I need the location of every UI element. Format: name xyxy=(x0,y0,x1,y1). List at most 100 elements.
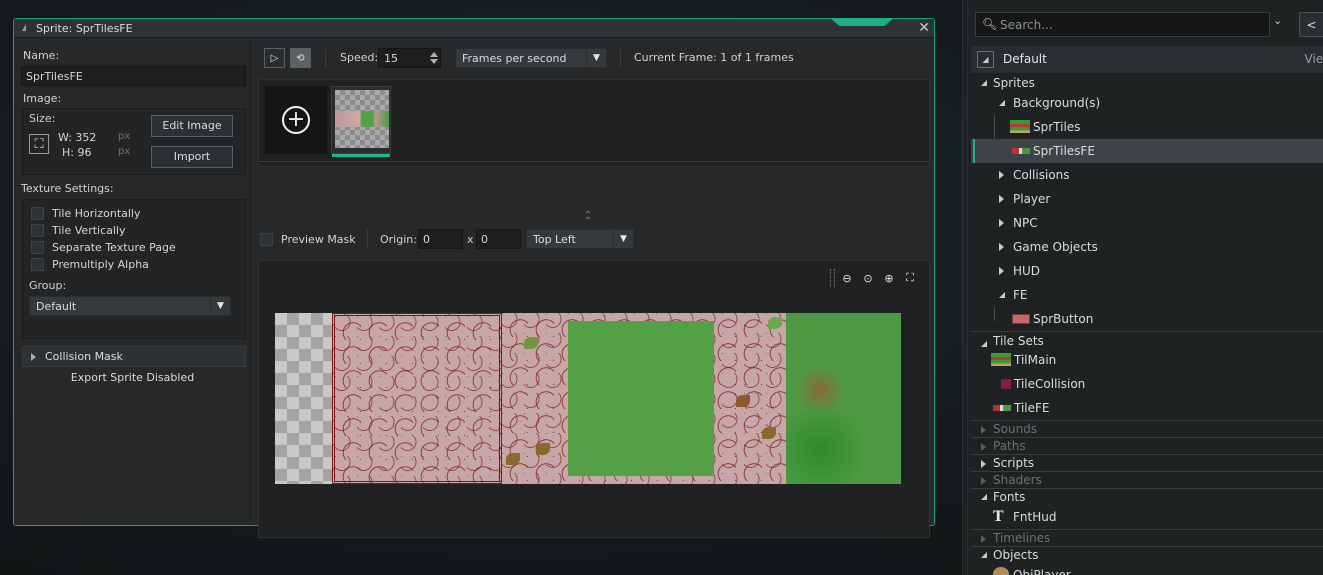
zoom-reset-icon[interactable]: ⊙ xyxy=(859,269,877,287)
height-unit: px xyxy=(118,146,131,157)
toolbar-divider xyxy=(367,230,368,248)
premultiply-alpha-checkbox[interactable] xyxy=(31,257,44,271)
export-note: Export Sprite Disabled xyxy=(70,371,195,384)
separate-texture-page-checkbox[interactable] xyxy=(31,240,44,254)
tile-horizontally-checkbox[interactable] xyxy=(31,206,44,220)
separate-texture-page-row[interactable]: Separate Texture Page xyxy=(31,239,176,255)
view-menu[interactable]: View xyxy=(1305,52,1323,66)
collapse-panel-button[interactable]: < xyxy=(1299,12,1323,37)
tree-label: Timelines xyxy=(993,531,1051,545)
search-input[interactable]: 🔍︎ Search... xyxy=(975,12,1270,37)
edit-image-button[interactable]: Edit Image xyxy=(151,115,233,137)
close-icon[interactable]: ✕ xyxy=(918,20,930,36)
tree-item-tilefe[interactable]: TileFE xyxy=(971,396,1323,420)
tree-item-sprbutton[interactable]: SprButton xyxy=(971,307,1323,331)
expanded-triangle-icon xyxy=(999,100,1005,106)
window-title-decoration xyxy=(830,18,894,26)
premultiply-alpha-row[interactable]: Premultiply Alpha xyxy=(31,256,149,272)
tree-label: Player xyxy=(1013,192,1051,206)
zoom-in-icon[interactable]: ⊕ xyxy=(880,269,898,287)
expand-triangle-icon xyxy=(31,353,36,361)
collapse-all-icon[interactable]: ◢ xyxy=(977,51,994,68)
group-select[interactable]: Default ▼ xyxy=(29,296,231,316)
tree-item-sprtilesfe[interactable]: SprTilesFE xyxy=(971,139,1323,163)
preview-mask-checkbox[interactable] xyxy=(260,232,273,246)
tree-folder-fonts[interactable]: Fonts xyxy=(971,488,1323,505)
transparent-tile xyxy=(275,313,332,484)
collapse-up-icon[interactable]: ⌃ ⌃ xyxy=(584,211,592,227)
decrement-icon[interactable] xyxy=(430,59,438,64)
tile-horizontally-label: Tile Horizontally xyxy=(52,206,141,220)
tile-horizontally-row[interactable]: Tile Horizontally xyxy=(31,205,141,221)
window-titlebar[interactable]: Sprite: SprTilesFE ✕ xyxy=(14,18,934,38)
resize-icon[interactable]: ⛶ xyxy=(29,134,49,154)
loop-button[interactable]: ⟲ xyxy=(290,48,311,68)
expanded-triangle-icon xyxy=(981,80,987,86)
origin-mode-select[interactable]: Top Left ▼ xyxy=(526,229,634,249)
strip-scrollbar[interactable] xyxy=(259,161,929,162)
play-button[interactable]: ▷ xyxy=(264,48,285,68)
sprite-editor-window: Sprite: SprTilesFE ✕ Name: SprTilesFE Im… xyxy=(13,18,935,538)
import-button[interactable]: Import xyxy=(151,146,233,168)
tree-item-fnthud[interactable]: T FntHud xyxy=(971,505,1323,529)
sprite-canvas[interactable]: ⊖ ⊙ ⊕ ⛶ xyxy=(258,260,930,538)
preview-mask-row[interactable]: Preview Mask xyxy=(260,231,356,247)
frame-thumbnail[interactable] xyxy=(331,86,391,157)
tree-item-sprtiles[interactable]: SprTiles xyxy=(971,115,1323,139)
tree-folder-scripts[interactable]: Scripts xyxy=(971,454,1323,471)
tree-label: SprButton xyxy=(1033,312,1094,326)
grip-icon[interactable] xyxy=(830,269,835,287)
tree-folder-game-objects[interactable]: Game Objects xyxy=(971,235,1323,259)
grass-patch xyxy=(568,321,714,476)
tree-folder-paths[interactable]: Paths xyxy=(971,437,1323,454)
zoom-out-icon[interactable]: ⊖ xyxy=(838,269,856,287)
collapse-triangle-icon[interactable] xyxy=(22,24,26,31)
expanded-triangle-icon xyxy=(981,494,987,500)
chevron-down-icon[interactable]: ▼ xyxy=(210,297,230,315)
tree-label: Scripts xyxy=(993,456,1035,470)
tree-folder-npc[interactable]: NPC xyxy=(971,211,1323,235)
increment-icon[interactable] xyxy=(430,52,438,57)
cobble-tile xyxy=(502,313,786,484)
origin-y-field[interactable]: 0 xyxy=(476,229,521,249)
tree-folder-player[interactable]: Player xyxy=(971,187,1323,211)
tree-folder-sounds[interactable]: Sounds xyxy=(971,420,1323,437)
width-value: W: 352 xyxy=(58,131,97,144)
leaf-decoration xyxy=(524,337,538,349)
speed-unit-select[interactable]: Frames per second ▼ xyxy=(455,48,607,68)
leaf-decoration xyxy=(506,453,520,465)
tree-folder-backgrounds[interactable]: Background(s) xyxy=(971,91,1323,115)
tree-item-tilmain[interactable]: TilMain xyxy=(971,348,1323,372)
tree-folder-timelines[interactable]: Timelines xyxy=(971,529,1323,546)
tileset-thumbnail-icon xyxy=(993,405,1011,411)
speed-stepper[interactable]: 15 xyxy=(378,48,441,68)
grass-tile xyxy=(786,313,901,484)
tree-folder-shaders[interactable]: Shaders xyxy=(971,471,1323,488)
chevron-down-icon[interactable]: ▼ xyxy=(586,49,606,67)
tree-folder-hud[interactable]: HUD xyxy=(971,259,1323,283)
name-field[interactable]: SprTilesFE xyxy=(21,66,246,86)
add-frame-button[interactable]: + xyxy=(265,86,327,154)
collision-mask-toggle[interactable]: Collision Mask xyxy=(22,346,246,367)
collision-mask-label: Collision Mask xyxy=(45,350,123,363)
origin-x-field[interactable]: 0 xyxy=(418,229,463,249)
tile-vertically-row[interactable]: Tile Vertically xyxy=(31,222,126,238)
tree-label: FE xyxy=(1013,288,1028,302)
tree-folder-fe[interactable]: FE xyxy=(971,283,1323,307)
speed-unit-value: Frames per second xyxy=(462,52,567,65)
chevron-down-icon[interactable]: ▼ xyxy=(613,230,633,248)
tree-label: Shaders xyxy=(993,473,1042,487)
tree-item-objplayer[interactable]: ObjPlayer xyxy=(971,563,1323,575)
fit-to-view-icon[interactable]: ⛶ xyxy=(901,269,919,287)
chevron-down-icon[interactable]: ⌄ xyxy=(1273,14,1282,27)
tileset-thumbnail-icon xyxy=(1001,379,1011,389)
tile-vertically-checkbox[interactable] xyxy=(31,223,44,237)
tree-folder-objects[interactable]: Objects xyxy=(971,546,1323,563)
tree-label: TileFE xyxy=(1014,401,1050,415)
tree-item-tilecollision[interactable]: TileCollision xyxy=(971,372,1323,396)
tree-label: HUD xyxy=(1013,264,1041,278)
expanded-triangle-icon xyxy=(981,552,987,558)
window-title: Sprite: SprTilesFE xyxy=(36,22,133,35)
tree-folder-collisions[interactable]: Collisions xyxy=(971,163,1323,187)
width-unit: px xyxy=(118,131,131,142)
